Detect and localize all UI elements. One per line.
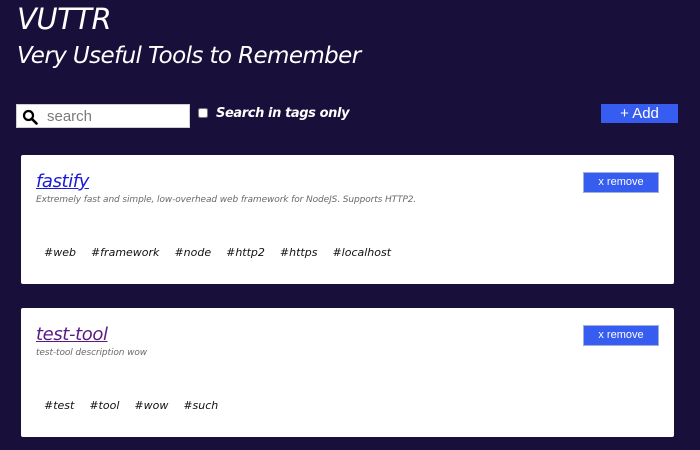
app-page: VUTTR Very Useful Tools to Remember Sear…	[0, 0, 700, 450]
app-subtitle: Very Useful Tools to Remember	[17, 43, 361, 69]
search-icon	[22, 109, 38, 125]
tag-list: #web #framework #node #http2 #https #loc…	[44, 245, 406, 261]
add-tool-button[interactable]: + Add	[601, 104, 678, 123]
tag: #localhost	[332, 246, 392, 259]
tag: #wow	[134, 399, 169, 412]
tag: #node	[174, 246, 212, 259]
tag: #web	[44, 246, 76, 259]
tags-only-checkbox[interactable]	[198, 108, 208, 118]
search-box[interactable]	[16, 104, 190, 128]
remove-tool-button[interactable]: x remove	[583, 325, 659, 346]
tool-description: Extremely fast and simple, low-overhead …	[36, 195, 417, 205]
tags-only-label[interactable]: Search in tags only	[216, 104, 350, 124]
app-title: VUTTR	[17, 2, 112, 36]
tag: #http2	[226, 246, 265, 259]
tag: #https	[279, 246, 318, 259]
search-input[interactable]	[47, 106, 187, 126]
tool-description: test-tool description wow	[36, 348, 148, 358]
tool-card: test-tool test-tool description wow x re…	[21, 308, 674, 437]
tool-name-link[interactable]: fastify	[36, 170, 89, 194]
tag: #test	[44, 399, 75, 412]
tool-card: fastify Extremely fast and simple, low-o…	[21, 155, 674, 284]
tag: #tool	[89, 399, 120, 412]
tag: #framework	[90, 246, 160, 259]
tool-name-link[interactable]: test-tool	[36, 323, 108, 347]
tag-list: #test #tool #wow #such	[44, 398, 233, 414]
remove-tool-button[interactable]: x remove	[583, 172, 659, 193]
tag: #such	[183, 399, 219, 412]
